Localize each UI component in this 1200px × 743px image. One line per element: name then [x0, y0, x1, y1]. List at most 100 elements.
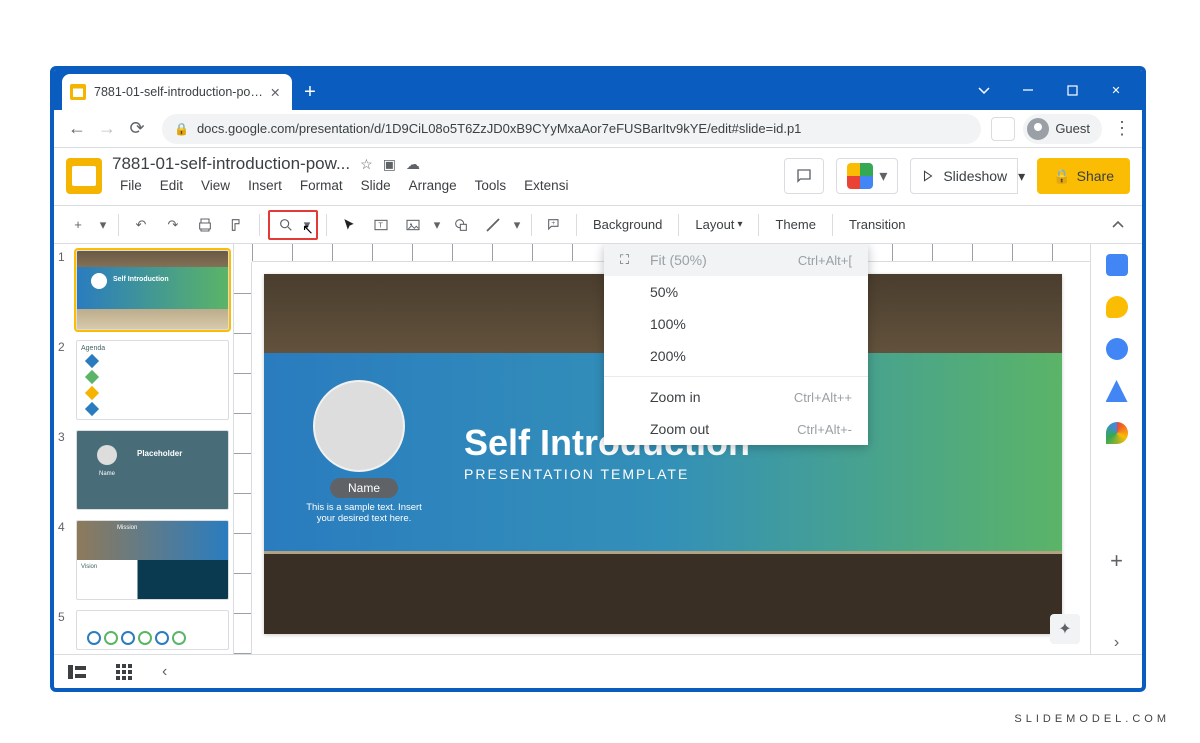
browser-menu-button[interactable]: ⋮	[1110, 118, 1134, 139]
url-bar[interactable]: 🔒 docs.google.com/presentation/d/1D9CiL0…	[162, 114, 981, 144]
svg-text:T: T	[378, 220, 383, 229]
new-tab-button[interactable]: +	[296, 74, 324, 110]
slide-panel[interactable]: 1 Self Introduction 2 Agenda 3 Placehold…	[54, 244, 234, 654]
menu-edit[interactable]: Edit	[152, 176, 191, 195]
new-slide-dropdown[interactable]: ▾	[96, 211, 110, 239]
lock-icon: 🔒	[1053, 168, 1070, 185]
zoom-fit-option[interactable]: ⛶Fit (50%)Ctrl+Alt+[	[604, 244, 868, 276]
star-icon[interactable]: ☆	[360, 156, 373, 173]
browser-window: 7881-01-self-introduction-powe ✕ + ✕ ← →…	[50, 66, 1146, 692]
menu-file[interactable]: File	[112, 176, 150, 195]
zoom-out-option[interactable]: Zoom outCtrl+Alt+-	[604, 413, 868, 445]
slideshow-dropdown[interactable]: ▾	[1018, 158, 1025, 194]
background-button[interactable]: Background	[585, 211, 670, 239]
tab-close-icon[interactable]: ✕	[270, 85, 284, 99]
image-dropdown[interactable]: ▾	[431, 211, 443, 239]
calendar-icon[interactable]	[1106, 254, 1128, 276]
side-panel-collapse[interactable]: ›	[1106, 632, 1128, 654]
meet-icon	[847, 163, 873, 189]
transition-button[interactable]: Transition	[841, 211, 914, 239]
slide-thumbnail-1[interactable]: 1 Self Introduction	[58, 250, 229, 330]
menu-tools[interactable]: Tools	[467, 176, 515, 195]
zoom-button[interactable]	[272, 211, 300, 239]
toolbar: + ▾ ↶ ↷ ▾↖ T ▾ ▾ + Background Layout▾ Th…	[54, 206, 1142, 244]
titlebar: 7881-01-self-introduction-powe ✕ + ✕	[54, 70, 1142, 110]
meet-button[interactable]: ▾	[836, 158, 898, 194]
comment-tool[interactable]: +	[540, 211, 568, 239]
slide-sample-text: This is a sample text. Insert your desir…	[304, 502, 424, 525]
slide-desk-shape	[264, 554, 1062, 634]
window-maximize-button[interactable]	[1050, 72, 1094, 108]
cloud-status-icon[interactable]: ☁	[406, 156, 420, 173]
slide-name-pill: Name	[330, 478, 398, 498]
window-close-button[interactable]: ✕	[1094, 72, 1138, 108]
window-minimize-button[interactable]	[1006, 72, 1050, 108]
browser-tab[interactable]: 7881-01-self-introduction-powe ✕	[62, 74, 292, 110]
print-button[interactable]	[191, 211, 219, 239]
tasks-icon[interactable]	[1106, 338, 1128, 360]
slides-logo-icon[interactable]	[66, 158, 102, 194]
undo-button[interactable]: ↶	[127, 211, 155, 239]
toolbar-collapse-button[interactable]	[1104, 211, 1132, 239]
profile-label: Guest	[1055, 121, 1090, 136]
menu-arrange[interactable]: Arrange	[401, 176, 465, 195]
comments-button[interactable]	[784, 158, 824, 194]
add-addon-button[interactable]: +	[1106, 550, 1128, 572]
contacts-icon[interactable]	[1106, 380, 1128, 402]
zoom-in-option[interactable]: Zoom inCtrl+Alt++	[604, 381, 868, 413]
nav-reload-button[interactable]: ⟳	[122, 114, 152, 144]
extension-icon[interactable]	[991, 117, 1015, 141]
line-dropdown[interactable]: ▾	[511, 211, 523, 239]
slide-thumbnail-5[interactable]: 5	[58, 610, 229, 650]
filmstrip-view-icon[interactable]	[68, 665, 86, 679]
image-tool[interactable]	[399, 211, 427, 239]
vertical-ruler	[234, 262, 252, 654]
menu-view[interactable]: View	[193, 176, 238, 195]
tabs-dropdown-icon[interactable]	[962, 72, 1006, 108]
menu-format[interactable]: Format	[292, 176, 351, 195]
line-tool[interactable]	[479, 211, 507, 239]
move-icon[interactable]: ▣	[383, 156, 396, 173]
layout-button[interactable]: Layout▾	[687, 211, 750, 239]
slide-thumbnail-3[interactable]: 3 PlaceholderName	[58, 430, 229, 510]
slide-thumbnail-2[interactable]: 2 Agenda	[58, 340, 229, 420]
document-title[interactable]: 7881-01-self-introduction-pow...	[112, 154, 350, 174]
zoom-100-option[interactable]: 100%	[604, 308, 868, 340]
keep-icon[interactable]	[1106, 296, 1128, 318]
nav-forward-button[interactable]: →	[92, 114, 122, 144]
footer: ‹	[54, 654, 1142, 688]
menu-extensions[interactable]: Extensi	[516, 176, 576, 195]
menu-insert[interactable]: Insert	[240, 176, 290, 195]
explore-button[interactable]: ✦	[1050, 614, 1080, 644]
profile-chip[interactable]: Guest	[1023, 114, 1102, 144]
svg-text:+: +	[551, 220, 555, 227]
menu-slide[interactable]: Slide	[353, 176, 399, 195]
theme-button[interactable]: Theme	[767, 211, 823, 239]
nav-back-button[interactable]: ←	[62, 114, 92, 144]
maps-icon[interactable]	[1106, 422, 1128, 444]
watermark: SLIDEMODEL.COM	[1014, 713, 1170, 725]
paint-format-button[interactable]	[223, 211, 251, 239]
share-button[interactable]: 🔒Share	[1037, 158, 1130, 194]
lock-icon: 🔒	[174, 122, 189, 136]
shape-tool[interactable]	[447, 211, 475, 239]
zoom-dropdown-menu: ⛶Fit (50%)Ctrl+Alt+[ 50% 100% 200% Zoom …	[604, 244, 868, 445]
collapse-filmstrip-button[interactable]: ‹	[162, 663, 167, 681]
select-tool[interactable]	[335, 211, 363, 239]
slideshow-button[interactable]: Slideshow	[910, 158, 1018, 194]
workspace: 1 Self Introduction 2 Agenda 3 Placehold…	[54, 244, 1142, 654]
grid-view-icon[interactable]	[116, 664, 132, 680]
zoom-50-option[interactable]: 50%	[604, 276, 868, 308]
slide-thumbnail-4[interactable]: 4 MissionVision	[58, 520, 229, 600]
profile-avatar-icon	[1027, 118, 1049, 140]
zoom-dropdown-button[interactable]: ▾↖	[300, 211, 314, 239]
new-slide-button[interactable]: +	[64, 211, 92, 239]
url-text: docs.google.com/presentation/d/1D9CiL08o…	[197, 121, 801, 136]
zoom-200-option[interactable]: 200%	[604, 340, 868, 372]
tab-title: 7881-01-self-introduction-powe	[94, 85, 264, 99]
menu-bar: File Edit View Insert Format Slide Arran…	[112, 176, 784, 195]
fit-icon: ⛶	[620, 252, 640, 268]
canvas-area: ⛶Fit (50%)Ctrl+Alt+[ 50% 100% 200% Zoom …	[234, 244, 1090, 654]
textbox-tool[interactable]: T	[367, 211, 395, 239]
redo-button[interactable]: ↷	[159, 211, 187, 239]
